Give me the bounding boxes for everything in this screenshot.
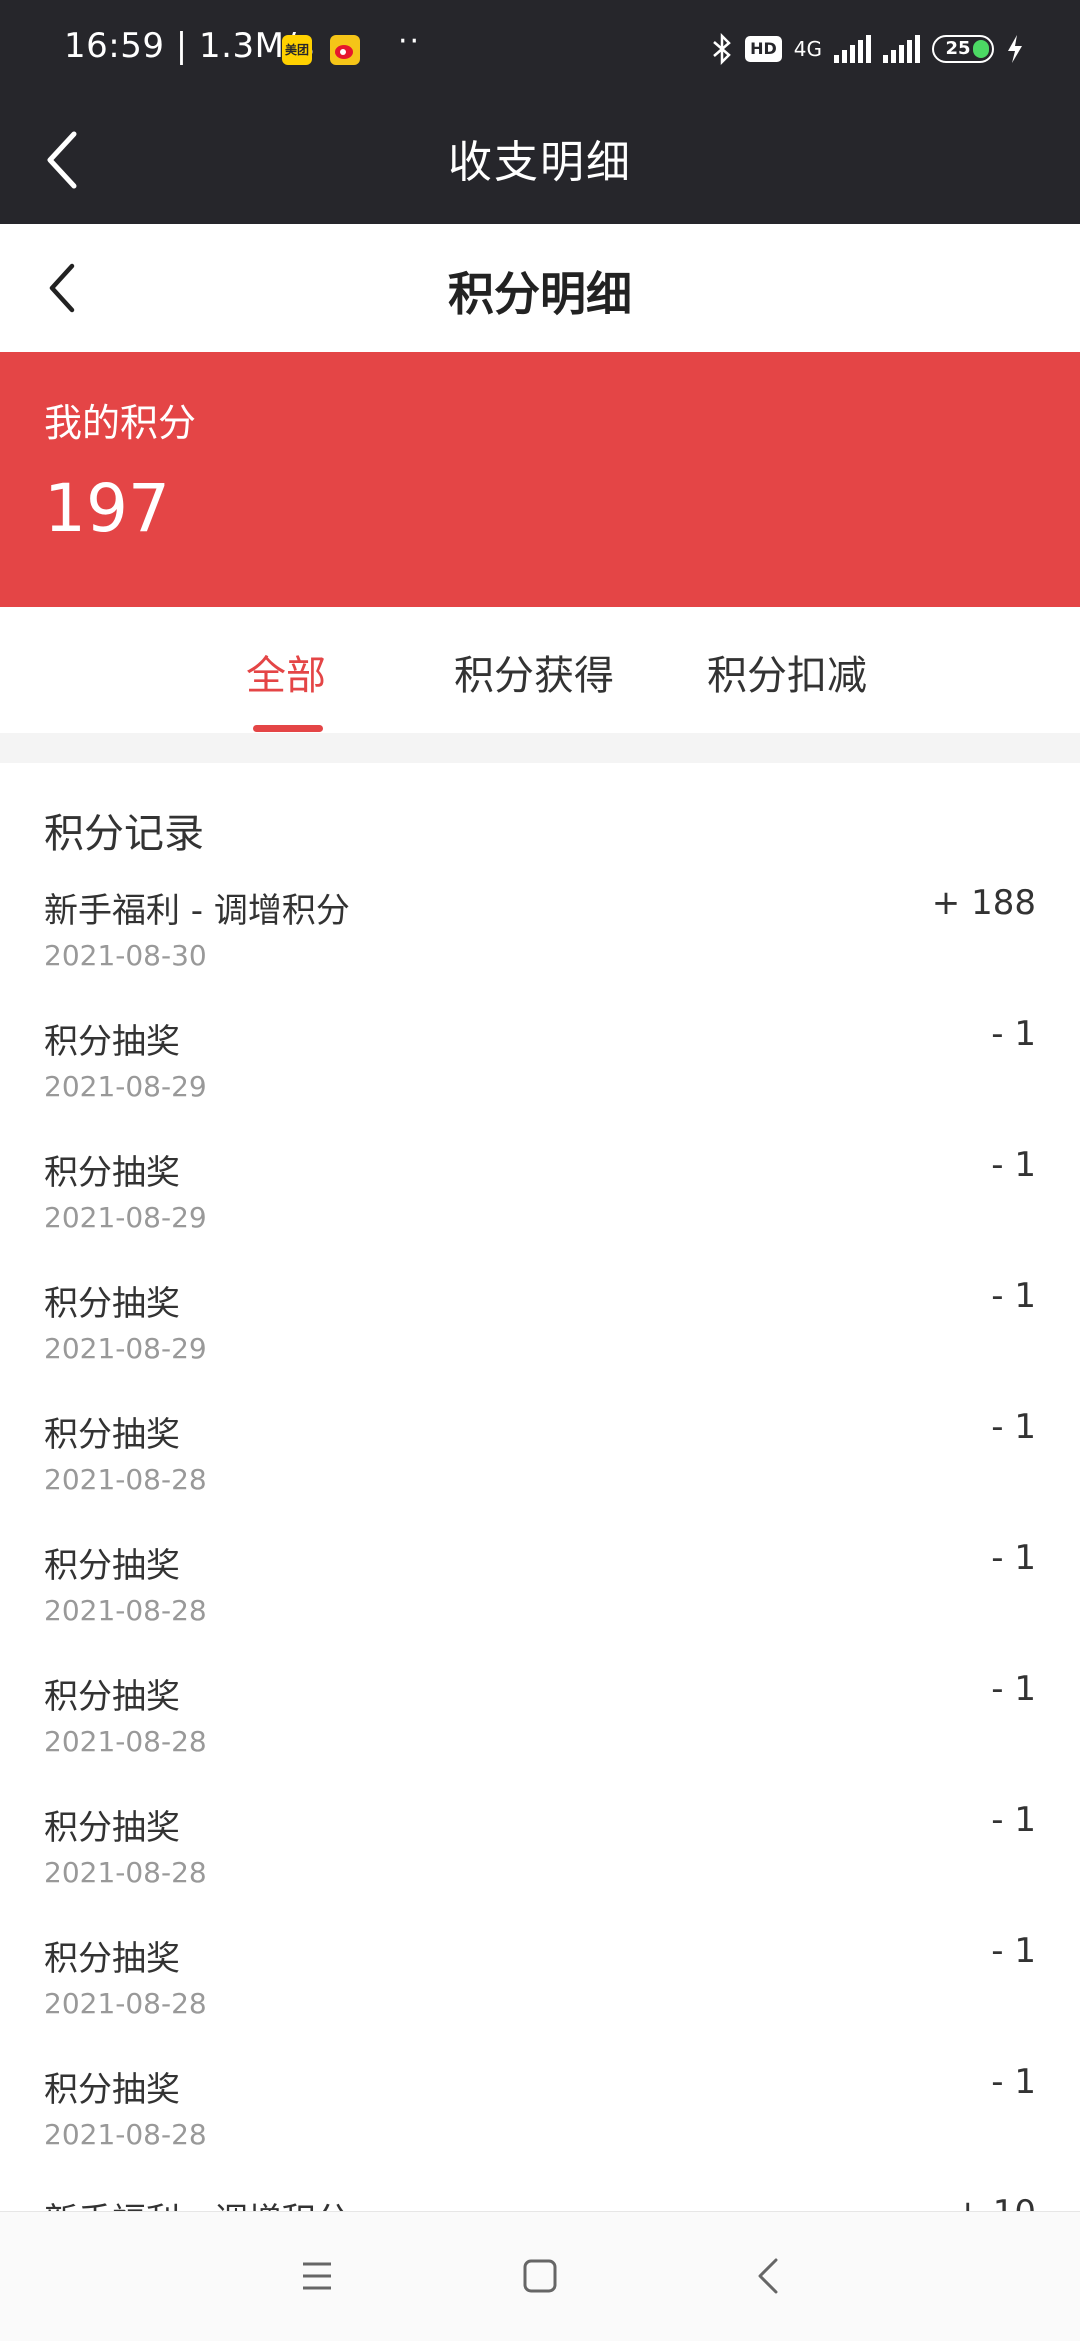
list-item[interactable]: 新手福利 - 调增积分 + 10 (0, 2193, 1080, 2211)
status-indicators: HD 4G 25 (711, 24, 1024, 74)
list-item[interactable]: 积分抽奖 2021-08-29 - 1 (0, 1145, 1080, 1276)
record-amount: - 1 (991, 1276, 1036, 1316)
network-type-label: 4G (793, 37, 822, 61)
record-date: 2021-08-28 (44, 1987, 207, 2020)
tab-all[interactable]: 全部 (246, 643, 326, 701)
system-nav-bar (0, 2211, 1080, 2341)
record-title: 积分抽奖 (44, 1022, 180, 1062)
list-item[interactable]: 积分抽奖 2021-08-28 - 1 (0, 1931, 1080, 2062)
status-time: 16:59 | 1.3M/s (64, 26, 315, 66)
records-list: 积分记录 新手福利 - 调增积分 2021-08-30 + 188 积分抽奖 2… (0, 763, 1080, 2211)
points-label: 我的积分 (44, 401, 197, 445)
section-divider (0, 733, 1080, 763)
records-heading: 积分记录 (44, 811, 204, 857)
list-item[interactable]: 积分抽奖 2021-08-28 - 1 (0, 1538, 1080, 1669)
record-date: 2021-08-28 (44, 1594, 207, 1627)
record-amount: - 1 (991, 1931, 1036, 1971)
charging-icon (1008, 35, 1022, 63)
record-date: 2021-08-28 (44, 1725, 207, 1758)
points-summary-card: 我的积分 197 (0, 352, 1080, 607)
record-amount: - 1 (991, 1145, 1036, 1185)
status-bar: 16:59 | 1.3M/s 美团 ·· HD 4G 25 (0, 0, 1080, 98)
record-date: 2021-08-29 (44, 1201, 207, 1234)
home-icon[interactable] (518, 2254, 562, 2298)
record-date: 2021-08-29 (44, 1070, 207, 1103)
record-title: 积分抽奖 (44, 2070, 180, 2110)
record-amount: + 188 (931, 883, 1036, 923)
record-title: 积分抽奖 (44, 1284, 180, 1324)
battery-level: 25 (945, 38, 971, 59)
signal-icon (834, 35, 871, 63)
status-more-dots: ·· (398, 24, 422, 59)
points-value: 197 (44, 470, 170, 547)
list-item[interactable]: 积分抽奖 2021-08-28 - 1 (0, 2062, 1080, 2193)
record-amount: - 1 (991, 1014, 1036, 1054)
page-title: 积分明细 (448, 267, 632, 321)
battery-icon: 25 (932, 35, 994, 63)
tab-points-earned[interactable]: 积分获得 (454, 643, 614, 701)
list-item[interactable]: 积分抽奖 2021-08-29 - 1 (0, 1014, 1080, 1145)
record-amount: - 1 (991, 1669, 1036, 1709)
menu-icon[interactable] (295, 2254, 339, 2298)
top-nav-bar: 收支明细 (0, 98, 1080, 224)
tab-points-deducted[interactable]: 积分扣减 (707, 643, 867, 701)
record-title: 新手福利 - 调增积分 (44, 2193, 350, 2211)
top-nav-title: 收支明细 (448, 137, 632, 188)
record-amount: + 10 (953, 2193, 1036, 2211)
record-title: 积分抽奖 (44, 1808, 180, 1848)
record-title: 积分抽奖 (44, 1939, 180, 1979)
record-date: 2021-08-28 (44, 1856, 207, 1889)
record-amount: - 1 (991, 2062, 1036, 2102)
list-item[interactable]: 积分抽奖 2021-08-28 - 1 (0, 1407, 1080, 1538)
record-amount: - 1 (991, 1538, 1036, 1578)
record-date: 2021-08-28 (44, 2118, 207, 2151)
signal-icon-2 (883, 35, 920, 63)
record-amount: - 1 (991, 1800, 1036, 1840)
list-item[interactable]: 积分抽奖 2021-08-29 - 1 (0, 1276, 1080, 1407)
filter-tabs: 全部 积分获得 积分扣减 (0, 607, 1080, 733)
record-date: 2021-08-28 (44, 1463, 207, 1496)
list-item[interactable]: 新手福利 - 调增积分 2021-08-30 + 188 (0, 883, 1080, 1014)
record-title: 积分抽奖 (44, 1546, 180, 1586)
sub-nav-bar: 积分明细 (0, 224, 1080, 352)
active-tab-indicator (253, 725, 323, 732)
back-icon[interactable] (748, 2254, 792, 2298)
record-title: 积分抽奖 (44, 1415, 180, 1455)
record-title: 积分抽奖 (44, 1153, 180, 1193)
bluetooth-icon (713, 33, 731, 65)
meituan-icon: 美团 (282, 35, 312, 65)
record-title: 积分抽奖 (44, 1677, 180, 1717)
weibo-icon (330, 35, 360, 65)
list-item[interactable]: 积分抽奖 2021-08-28 - 1 (0, 1800, 1080, 1931)
list-item[interactable]: 积分抽奖 2021-08-28 - 1 (0, 1669, 1080, 1800)
hd-badge: HD (745, 36, 782, 62)
record-amount: - 1 (991, 1407, 1036, 1447)
record-title: 新手福利 - 调增积分 (44, 891, 350, 931)
record-date: 2021-08-30 (44, 939, 207, 972)
record-date: 2021-08-29 (44, 1332, 207, 1365)
